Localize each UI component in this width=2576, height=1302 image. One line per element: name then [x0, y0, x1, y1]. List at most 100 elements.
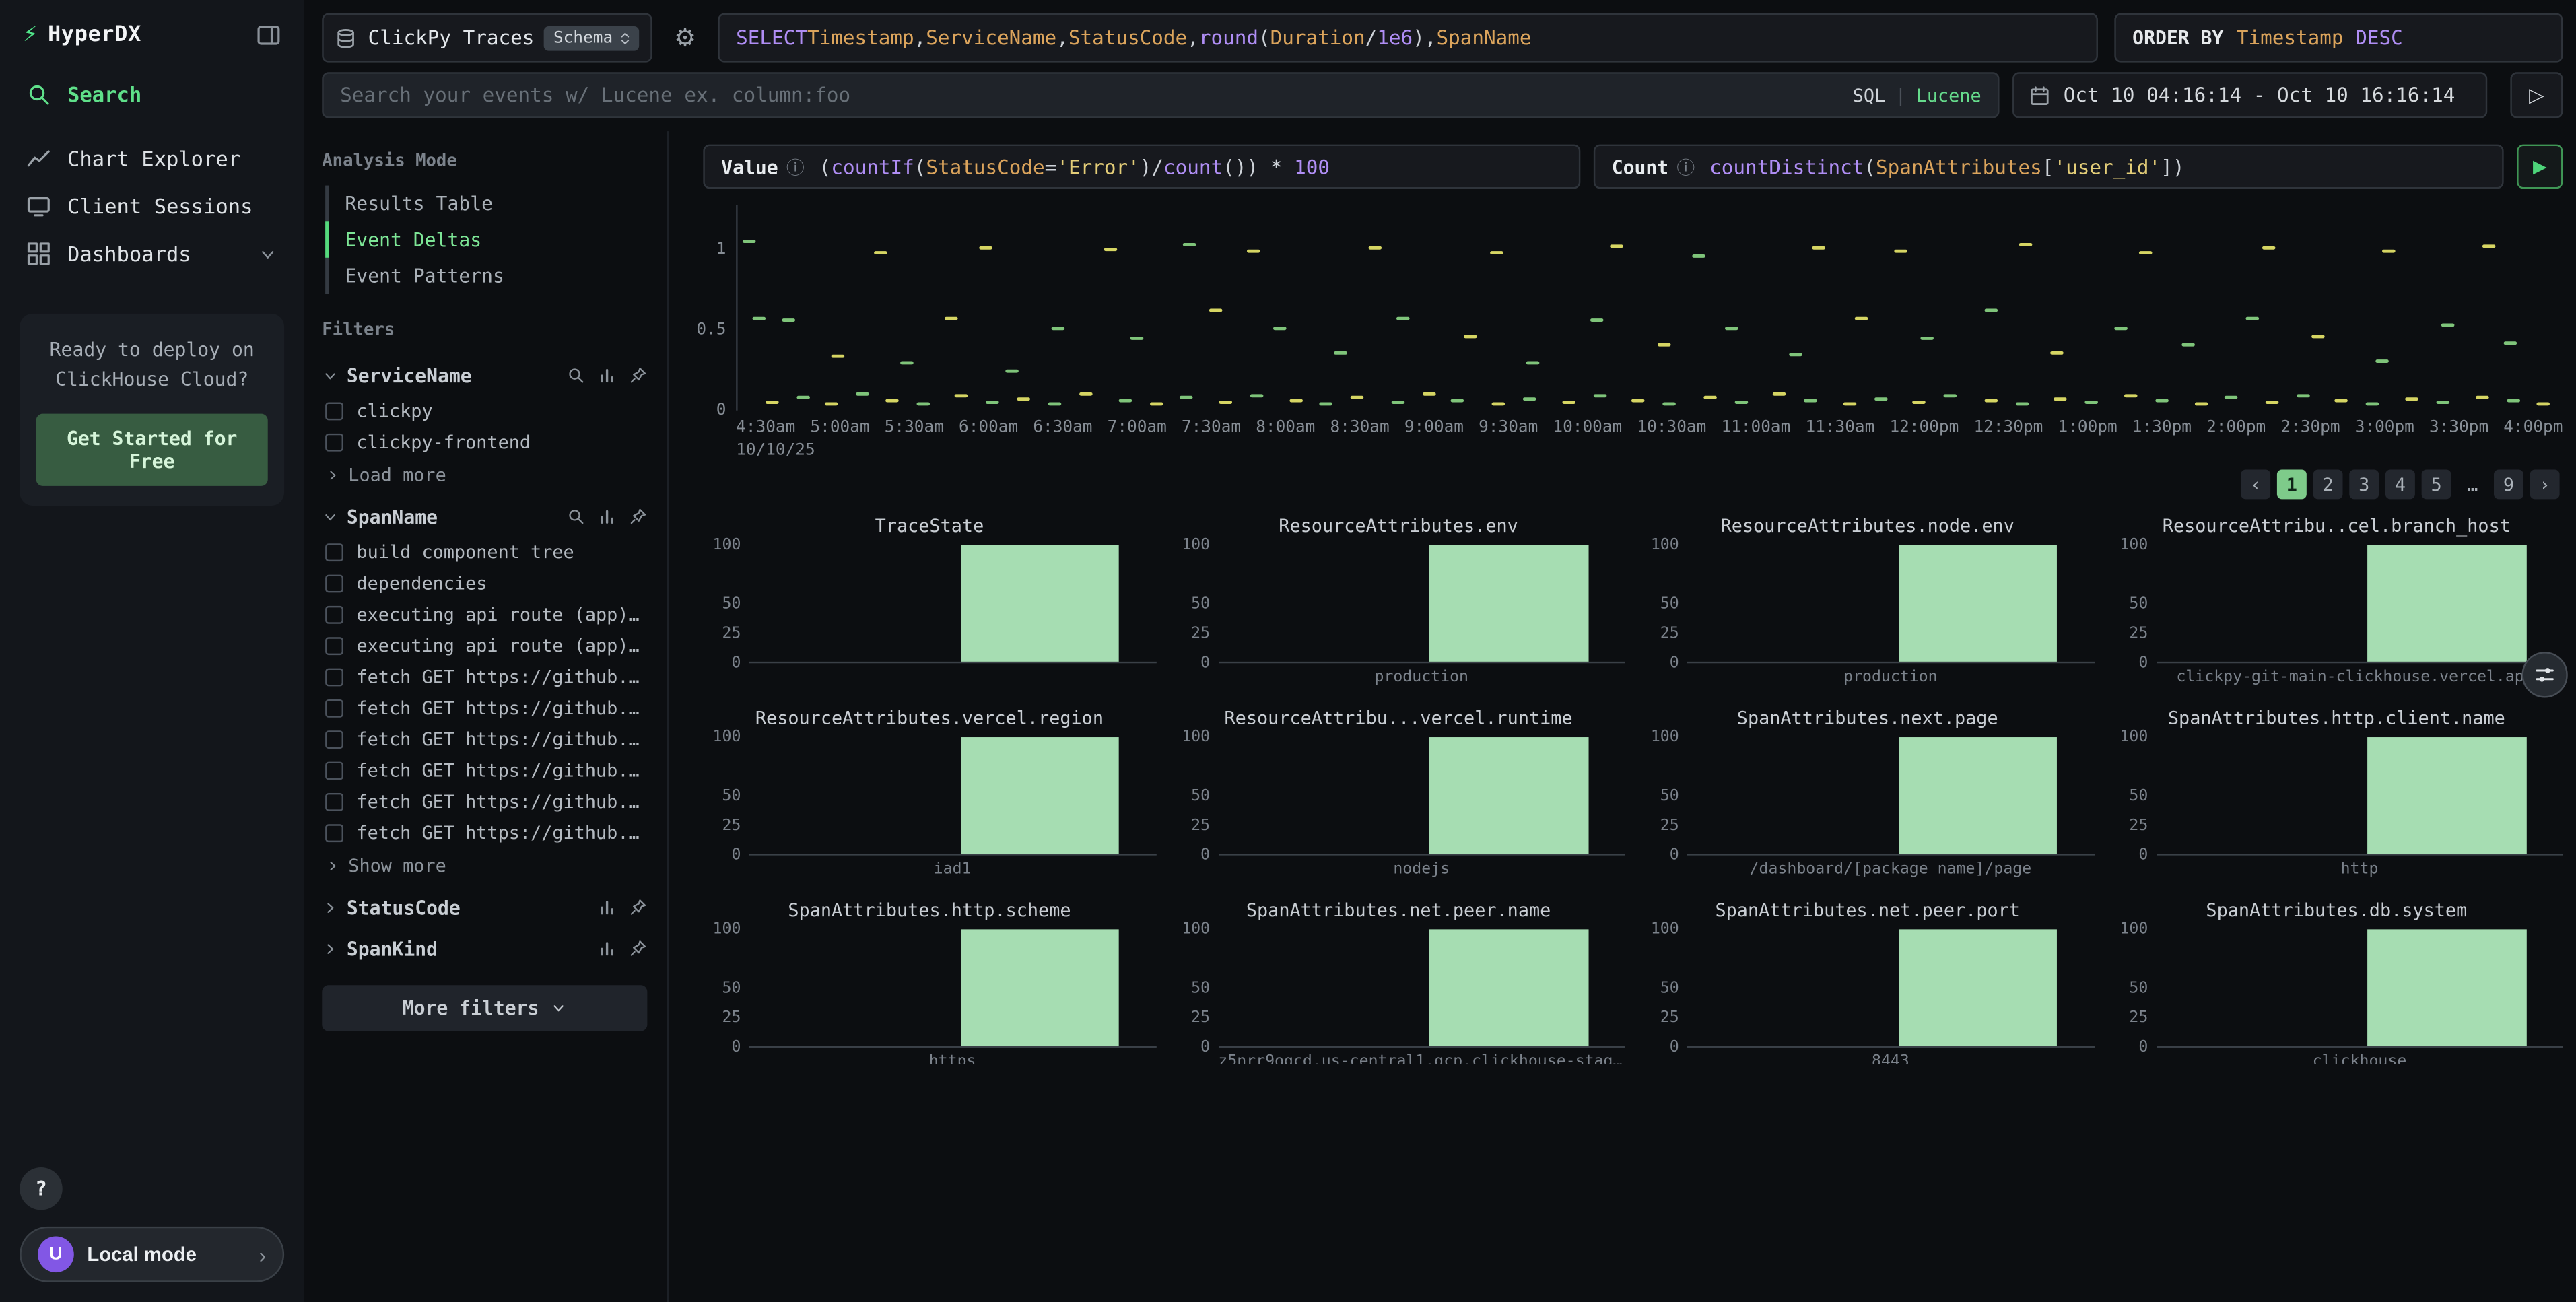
pagination-page-5[interactable]: 5 — [2422, 470, 2451, 500]
y-tick: 50 — [2129, 595, 2148, 613]
date-range-picker[interactable]: Oct 10 04:16:14 - Oct 10 16:16:14 — [2012, 72, 2487, 118]
filter-group-header-spankind[interactable]: SpanKind — [322, 928, 647, 969]
run-analysis-button[interactable]: ▶ — [2517, 145, 2563, 189]
checkbox[interactable] — [325, 606, 343, 624]
search-icon[interactable] — [567, 366, 585, 384]
pagination-next[interactable]: › — [2530, 470, 2560, 500]
mode-sql[interactable]: SQL — [1853, 85, 1885, 106]
sidebar-item-search[interactable]: Search — [16, 71, 287, 118]
delta-mark — [2125, 395, 2138, 398]
filter-checkbox-item[interactable]: clickpy — [322, 396, 647, 427]
data-source-select[interactable]: ClickPy Traces Schema — [322, 13, 652, 63]
delta-mark — [944, 317, 957, 320]
attribute-chart-spanattributes-net-peer-name[interactable]: SpanAttributes.net.peer.name10050250z5nr… — [1172, 899, 1625, 1064]
attribute-chart-resourceattribu-vercel-runtime[interactable]: ResourceAttribu...vercel.runtime10050250… — [1172, 708, 1625, 880]
analysis-mode-event-patterns[interactable]: Event Patterns — [325, 258, 647, 294]
filter-checkbox-item[interactable]: fetch GET https://github.… — [322, 693, 647, 724]
event-search-bar[interactable]: SQL | Lucene — [322, 72, 1999, 118]
filter-checkbox-item[interactable]: dependencies — [322, 568, 647, 599]
filter-group-header-spanname[interactable]: SpanName — [322, 496, 647, 537]
local-mode-button[interactable]: U Local mode › — [20, 1227, 284, 1282]
help-button[interactable]: ? — [20, 1167, 62, 1210]
get-started-button[interactable]: Get Started for Free — [36, 413, 268, 485]
pagination-ellipsis[interactable]: … — [2458, 470, 2487, 500]
pagination-page-2[interactable]: 2 — [2313, 470, 2343, 500]
sidebar-item-chart-explorer[interactable]: Chart Explorer — [16, 135, 287, 182]
filter-checkbox-item[interactable]: fetch GET https://github.… — [322, 755, 647, 786]
filter-load-more[interactable]: Load more — [322, 458, 647, 495]
checkbox[interactable] — [325, 669, 343, 687]
analysis-mode-results-table[interactable]: Results Table — [325, 186, 647, 222]
filter-drawer-button[interactable] — [2521, 652, 2567, 697]
checkbox[interactable] — [325, 730, 343, 749]
sidebar-collapse-icon[interactable] — [257, 23, 281, 48]
pagination-page-9[interactable]: 9 — [2494, 470, 2523, 500]
order-by-editor[interactable]: ORDER BY Timestamp DESC — [2114, 13, 2563, 63]
attribute-chart-spanattributes-http-client-name[interactable]: SpanAttributes.http.client.name10050250h… — [2110, 708, 2563, 880]
filter-checkbox-item[interactable]: fetch GET https://github.… — [322, 662, 647, 693]
search-input[interactable] — [340, 83, 1843, 106]
chart-body: 10050250 — [703, 929, 1155, 1048]
pagination-page-3[interactable]: 3 — [2349, 470, 2379, 500]
filter-checkbox-item[interactable]: clickpy-frontend — [322, 427, 647, 458]
analysis-mode-event-deltas[interactable]: Event Deltas — [325, 221, 647, 258]
schema-toggle[interactable]: Schema — [543, 26, 639, 50]
attribute-chart-tracestate[interactable]: TraceState10050250 — [703, 516, 1155, 688]
value-expression-editor[interactable]: Value ⓘ (countIf(StatusCode='Error')/cou… — [703, 145, 1580, 189]
bar-chart-icon[interactable] — [598, 939, 616, 957]
checkbox[interactable] — [325, 637, 343, 655]
run-query-button[interactable]: ▷ — [2510, 72, 2563, 118]
y-tick: 0 — [731, 654, 741, 673]
count-expression-editor[interactable]: Count ⓘ countDistinct(SpanAttributes['us… — [1594, 145, 2504, 189]
checkbox[interactable] — [325, 699, 343, 718]
event-deltas-chart[interactable]: 10.50 4:30am5:00am5:30am6:00am6:30am7:00… — [703, 205, 2563, 460]
filter-checkbox-item[interactable]: fetch GET https://github.… — [322, 818, 647, 849]
y-axis-labels: 10050250 — [1172, 737, 1218, 856]
pagination-page-4[interactable]: 4 — [2385, 470, 2415, 500]
filter-checkbox-item[interactable]: fetch GET https://github.… — [322, 724, 647, 755]
sql-select-editor[interactable]: SELECT Timestamp, ServiceName, StatusCod… — [718, 13, 2098, 63]
bar-chart-icon[interactable] — [598, 366, 616, 384]
checkbox[interactable] — [325, 543, 343, 561]
attribute-chart-spanattributes-db-system[interactable]: SpanAttributes.db.system10050250clickhou… — [2110, 899, 2563, 1064]
filter-checkbox-item[interactable]: build component tree — [322, 537, 647, 568]
filter-checkbox-item[interactable]: executing api route (app)… — [322, 631, 647, 662]
filter-group-header-statuscode[interactable]: StatusCode — [322, 887, 647, 928]
bar-chart-icon[interactable] — [598, 508, 616, 526]
attribute-chart-spanattributes-next-page[interactable]: SpanAttributes.next.page10050250/dashboa… — [1641, 708, 2094, 880]
attribute-chart-resourceattributes-vercel-region[interactable]: ResourceAttributes.vercel.region10050250… — [703, 708, 1155, 880]
mode-lucene[interactable]: Lucene — [1916, 85, 1981, 106]
checkbox[interactable] — [325, 824, 343, 842]
attribute-chart-resourceattributes-env[interactable]: ResourceAttributes.env10050250production — [1172, 516, 1625, 688]
attribute-chart-resourceattributes-node-env[interactable]: ResourceAttributes.node.env10050250produ… — [1641, 516, 2094, 688]
pin-icon[interactable] — [630, 898, 648, 916]
bar-chart-icon[interactable] — [598, 898, 616, 916]
sidebar-item-client-sessions[interactable]: Client Sessions — [16, 182, 287, 230]
delta-mark — [1219, 401, 1233, 404]
filter-show-more[interactable]: Show more — [322, 849, 647, 887]
checkbox[interactable] — [325, 793, 343, 811]
sidebar-item-dashboards[interactable]: Dashboards — [16, 230, 287, 277]
pagination-prev[interactable]: ‹ — [2241, 470, 2270, 500]
delta-mark — [1522, 398, 1536, 401]
delta-mark — [1773, 392, 1786, 396]
more-filters-button[interactable]: More filters — [322, 985, 647, 1031]
pin-icon[interactable] — [630, 508, 648, 526]
settings-gear-icon[interactable]: ⚙ — [669, 23, 702, 53]
attribute-chart-resourceattribu-cel-branch-host[interactable]: ResourceAttribu..cel.branch_host10050250… — [2110, 516, 2563, 688]
checkbox[interactable] — [325, 575, 343, 593]
attribute-chart-spanattributes-net-peer-port[interactable]: SpanAttributes.net.peer.port100502508443 — [1641, 899, 2094, 1064]
checkbox[interactable] — [325, 762, 343, 780]
pin-icon[interactable] — [630, 366, 648, 384]
chart-title: SpanAttributes.http.scheme — [703, 899, 1155, 922]
checkbox[interactable] — [325, 434, 343, 452]
pagination-page-1[interactable]: 1 — [2277, 470, 2307, 500]
pin-icon[interactable] — [630, 939, 648, 957]
checkbox[interactable] — [325, 403, 343, 421]
filter-checkbox-item[interactable]: executing api route (app)… — [322, 599, 647, 630]
deltas-plot-area[interactable] — [736, 205, 2563, 411]
attribute-chart-spanattributes-http-scheme[interactable]: SpanAttributes.http.scheme10050250https — [703, 899, 1155, 1064]
filter-checkbox-item[interactable]: fetch GET https://github.… — [322, 786, 647, 817]
search-icon[interactable] — [567, 508, 585, 526]
filter-group-header-servicename[interactable]: ServiceName — [322, 355, 647, 396]
